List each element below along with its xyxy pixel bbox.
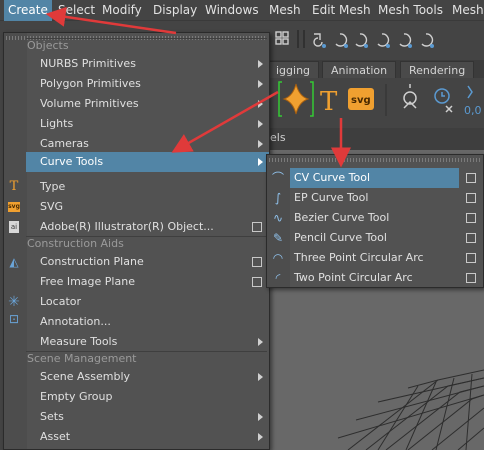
arrow-to-curve-tools xyxy=(171,90,279,153)
arrow-to-create-menu xyxy=(45,6,177,35)
annotation-arrows xyxy=(45,6,351,168)
